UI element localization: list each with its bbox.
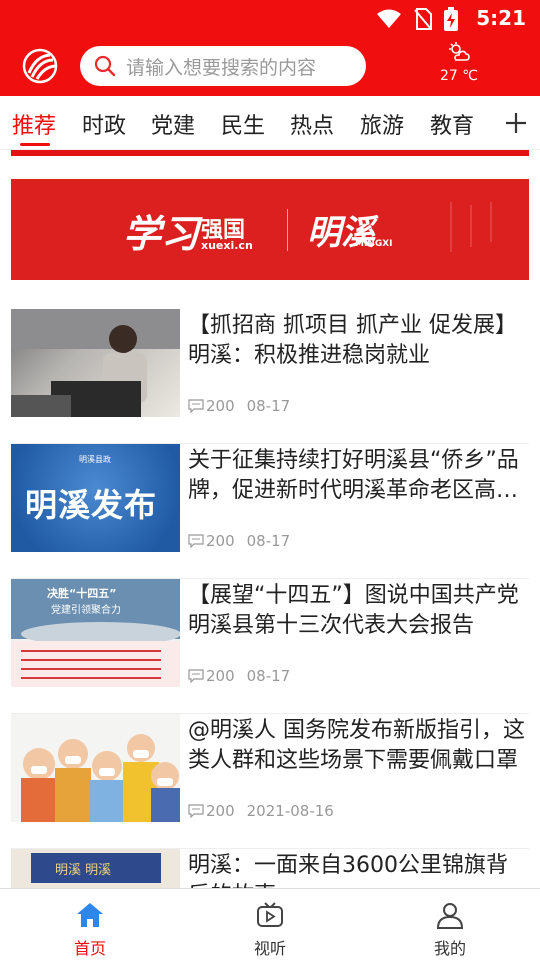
news-item[interactable]: 明溪 明溪 明溪：一面来自3600公里锦旗背后的故事 [11, 849, 529, 888]
news-item[interactable]: 明溪县政 明溪发布 关于征集持续打好明溪县“侨乡”品牌，促进新时代明溪革命老区高… [11, 444, 529, 579]
nav-profile[interactable]: 我的 [390, 889, 510, 960]
no-sim-icon [414, 8, 432, 30]
news-item[interactable]: 决胜“十四五” 党建引领聚合力 【展望“十四五”】图说中国共产党明溪县第十三次代… [11, 579, 529, 714]
banner-divider [287, 209, 288, 251]
comment-count: 200 [206, 802, 235, 820]
thumb-subtext: 党建引领聚合力 [51, 605, 121, 616]
cloud-sun-icon [449, 42, 470, 61]
news-thumbnail: 明溪 明溪 [11, 849, 180, 888]
wifi-icon [377, 9, 401, 28]
news-item[interactable]: @明溪人 国务院发布新版指引，这类人群和这些场景下需要佩戴口罩 200 2021… [11, 714, 529, 849]
status-bar: 5:21 [0, 0, 540, 36]
news-date: 08-17 [246, 532, 291, 550]
nav-home-label: 首页 [73, 939, 106, 958]
tab-education[interactable]: 教育 [430, 108, 474, 140]
thumb-small-text: 明溪县政 [79, 455, 111, 464]
search-input[interactable]: 请输入想要搜索的内容 [80, 46, 366, 86]
news-thumbnail [11, 714, 180, 822]
news-meta: 200 08-17 [188, 532, 290, 550]
bottom-navigation: 首页 视听 我的 [0, 888, 540, 960]
add-icon[interactable] [503, 108, 529, 138]
tab-party[interactable]: 党建 [151, 108, 195, 140]
search-placeholder: 请输入想要搜索的内容 [126, 56, 317, 79]
news-meta: 200 08-17 [188, 667, 290, 685]
carousel-edge [11, 150, 529, 156]
status-icons [376, 7, 458, 31]
comment-icon [188, 534, 204, 548]
thumb-text: 明溪发布 [25, 486, 158, 524]
banner-xuexi-logo: 学习 [123, 211, 200, 256]
news-meta: 200 08-17 [188, 397, 290, 415]
news-item[interactable]: 【抓招商 抓项目 抓产业 促发展】明溪：积极推进稳岗就业 200 08-17 [11, 309, 529, 444]
weather-widget[interactable]: 27 ℃ [432, 42, 486, 84]
temperature: 27 ℃ [440, 68, 478, 84]
tab-recommend[interactable]: 推荐 [12, 108, 56, 140]
nav-profile-label: 我的 [433, 939, 466, 958]
tab-hot[interactable]: 热点 [290, 108, 334, 140]
status-time: 5:21 [476, 6, 526, 30]
tab-livelihood[interactable]: 民生 [221, 108, 265, 140]
nav-media[interactable]: 视听 [210, 889, 330, 960]
news-title: 明溪：一面来自3600公里锦旗背后的故事 [188, 853, 508, 888]
active-tab-indicator [20, 143, 50, 146]
banner-mingxi-en: MINGXI [355, 239, 393, 249]
comment-count: 200 [206, 532, 235, 550]
search-icon [94, 55, 116, 77]
news-title: 【展望“十四五”】图说中国共产党明溪县第十三次代表大会报告 [188, 583, 519, 638]
tab-politics[interactable]: 时政 [82, 108, 126, 140]
news-meta: 200 2021-08-16 [188, 802, 334, 820]
comment-count: 200 [206, 667, 235, 685]
news-date: 2021-08-16 [246, 802, 334, 820]
comment-icon [188, 669, 204, 683]
banner-ad[interactable]: 学习 强国 xuexi.cn 明溪 MINGXI [11, 179, 529, 280]
news-title: 【抓招商 抓项目 抓产业 促发展】明溪：积极推进稳岗就业 [188, 313, 517, 368]
banner-decoration [450, 202, 492, 252]
app-header: 5:21 请输入想要搜索的内容 27 ℃ [0, 0, 540, 96]
news-thumbnail: 决胜“十四五” 党建引领聚合力 [11, 579, 180, 687]
comment-icon [188, 804, 204, 818]
news-title: @明溪人 国务院发布新版指引，这类人群和这些场景下需要佩戴口罩 [188, 718, 525, 773]
news-title: 关于征集持续打好明溪县“侨乡”品牌，促进新时代明溪革命老区高质量发展意见建议的公… [188, 448, 519, 503]
tv-icon [257, 902, 283, 927]
banner-domain: xuexi.cn [201, 239, 253, 252]
user-icon [436, 903, 464, 929]
nav-home[interactable]: 首页 [30, 889, 150, 960]
news-date: 08-17 [246, 667, 291, 685]
comment-count: 200 [206, 397, 235, 415]
news-date: 08-17 [246, 397, 291, 415]
thumb-text: 决胜“十四五” [47, 587, 117, 600]
comment-icon [188, 399, 204, 413]
news-thumbnail [11, 309, 180, 417]
category-tabs: 推荐 时政 党建 民生 热点 旅游 教育 [0, 96, 540, 150]
app-logo[interactable] [22, 48, 58, 84]
thumb-text: 明溪 明溪 [55, 863, 112, 878]
home-icon [77, 903, 103, 927]
tab-travel[interactable]: 旅游 [360, 108, 404, 140]
news-thumbnail: 明溪县政 明溪发布 [11, 444, 180, 552]
nav-media-label: 视听 [253, 939, 286, 958]
battery-charging-icon [444, 7, 458, 31]
